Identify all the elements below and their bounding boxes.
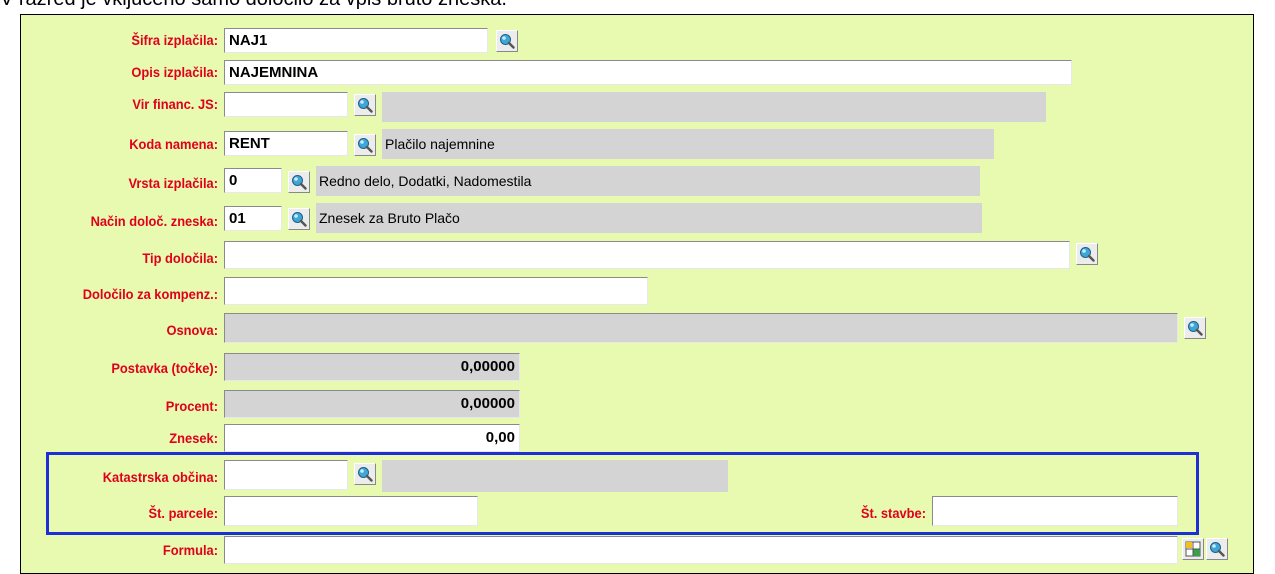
tip-input[interactable] [224,241,1070,269]
formula-editor-button[interactable] [1182,538,1204,560]
dolocilo-label: Določilo za kompenz.: [82,286,218,302]
vrsta-label: Vrsta izplačila: [128,175,218,191]
sifra-lookup-button[interactable] [496,30,518,52]
table-grid-icon [1185,541,1201,557]
znesek-input[interactable]: 0,00 [224,424,520,452]
formula-label: Formula: [162,542,218,558]
magnifier-icon [358,467,373,482]
formula-lookup-button[interactable] [1206,538,1228,560]
nacin-input[interactable]: 01 [224,206,282,231]
tip-label: Tip določila: [142,250,218,266]
vrsta-description: Redno delo, Dodatki, Nadomestila [316,166,980,196]
dolocilo-input[interactable] [224,277,648,305]
opis-label: Opis izplačila: [131,64,218,80]
caption-text: V razred je vključeno samo določilo za v… [0,0,507,11]
sifra-input[interactable]: NAJ1 [224,28,488,53]
magnifier-icon [358,138,373,153]
katastrska-label: Katastrska občina: [102,469,218,485]
magnifier-icon [358,98,373,113]
osnova-label: Osnova: [166,322,218,338]
nacin-description: Znesek za Bruto Plačo [316,203,982,233]
osnova-input[interactable] [224,313,1178,343]
koda-description: Plačilo najemnine [382,129,994,159]
osnova-lookup-button[interactable] [1184,317,1206,339]
sifra-label: Šifra izplačila: [131,32,218,48]
vrsta-input[interactable]: 0 [224,168,282,193]
katastrska-description [382,460,728,492]
parcela-input[interactable] [224,496,478,526]
magnifier-icon [292,175,307,190]
opis-input[interactable]: NAJEMNINA [224,60,1072,85]
magnifier-icon [1188,321,1203,336]
tip-lookup-button[interactable] [1076,243,1098,265]
vir-lookup-button[interactable] [354,94,376,116]
nacin-lookup-button[interactable] [288,208,310,230]
postavka-input[interactable]: 0,00000 [224,353,520,381]
znesek-label: Znesek: [169,430,218,446]
formula-input[interactable] [224,536,1178,564]
magnifier-icon [1210,542,1225,557]
stavba-label: Št. stavbe: [860,505,926,521]
katastrska-input[interactable] [224,460,348,490]
vir-description [382,92,1046,122]
procent-label: Procent: [165,398,218,414]
procent-input[interactable]: 0,00000 [224,390,520,418]
koda-lookup-button[interactable] [354,134,376,156]
stavba-input[interactable] [932,496,1178,526]
katastrska-lookup-button[interactable] [354,463,376,485]
nacin-label: Način določ. zneska: [90,213,218,229]
vir-label: Vir financ. JS: [132,96,218,112]
postavka-label: Postavka (točke): [111,360,218,376]
koda-input[interactable]: RENT [224,131,348,156]
koda-label: Koda namena: [129,136,218,152]
vir-input[interactable] [224,92,348,117]
vrsta-lookup-button[interactable] [288,171,310,193]
magnifier-icon [1080,247,1095,262]
magnifier-icon [500,34,515,49]
magnifier-icon [292,212,307,227]
parcela-label: Št. parcele: [148,505,218,521]
